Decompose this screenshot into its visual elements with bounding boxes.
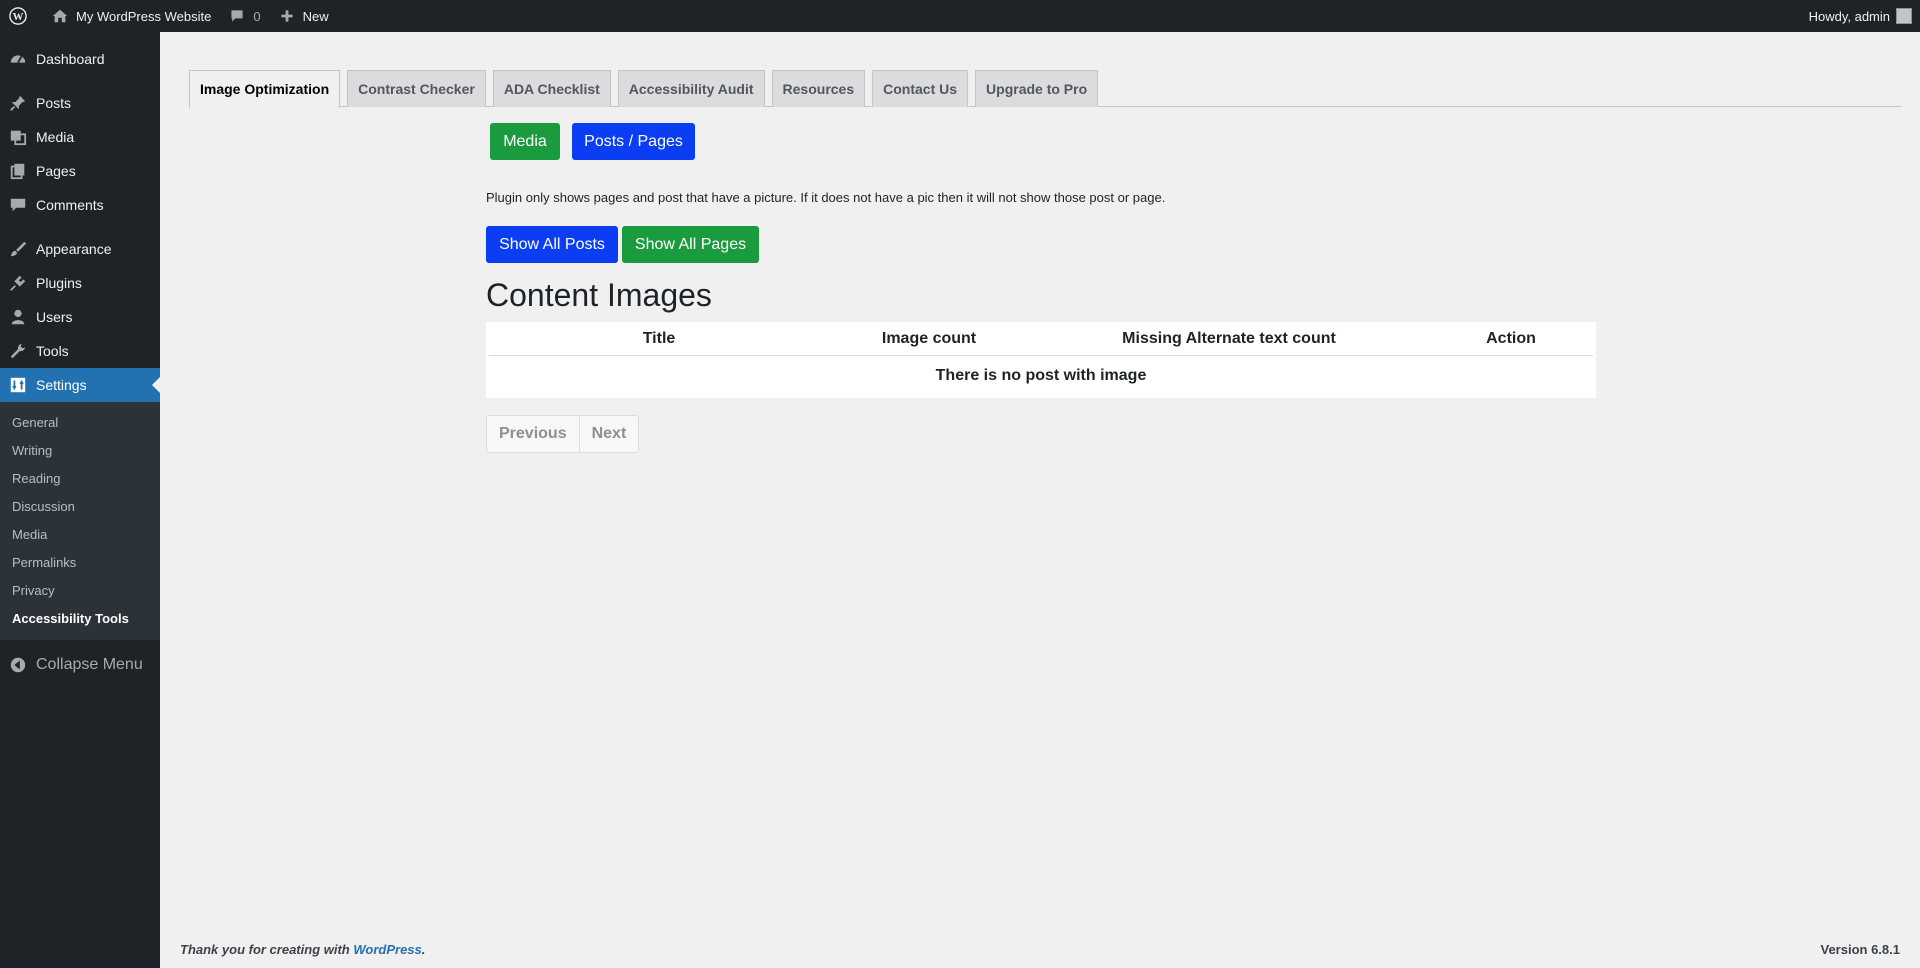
admin-sidebar: Dashboard Posts Media Pages Comments App… xyxy=(0,32,160,968)
sidebar-item-users[interactable]: Users xyxy=(0,300,160,334)
sidebar-item-label: Dashboard xyxy=(36,51,105,67)
plugin-note: Plugin only shows pages and post that ha… xyxy=(486,190,1166,205)
sidebar-item-dashboard[interactable]: Dashboard xyxy=(0,42,160,76)
tab-ada-checklist[interactable]: ADA Checklist xyxy=(492,70,611,107)
submenu-item-general[interactable]: General xyxy=(0,409,160,437)
sidebar-item-appearance[interactable]: Appearance xyxy=(0,232,160,266)
wordpress-link[interactable]: WordPress xyxy=(353,942,421,957)
settings-icon xyxy=(8,375,28,395)
tab-contrast-checker[interactable]: Contrast Checker xyxy=(347,70,486,107)
wrench-icon xyxy=(8,341,28,361)
submenu-item-permalinks[interactable]: Permalinks xyxy=(0,549,160,577)
comments-count: 0 xyxy=(253,8,261,24)
svg-text:W: W xyxy=(13,11,24,23)
plus-icon xyxy=(277,6,297,26)
wordpress-logo-link[interactable]: W xyxy=(0,0,42,32)
table-header-row: Title Image count Missing Alternate text… xyxy=(489,322,1593,356)
main-content: Image Optimization Contrast Checker ADA … xyxy=(160,32,1920,968)
new-label: New xyxy=(302,8,329,24)
collapse-menu-label: Collapse Menu xyxy=(36,656,143,673)
media-button[interactable]: Media xyxy=(490,123,560,160)
content-images-table: Title Image count Missing Alternate text… xyxy=(486,322,1596,398)
sidebar-item-media[interactable]: Media xyxy=(0,120,160,154)
site-name-link[interactable]: My WordPress Website xyxy=(42,0,219,32)
sidebar-item-label: Appearance xyxy=(36,241,112,257)
my-account-link[interactable]: Howdy, admin xyxy=(1801,0,1920,32)
footer-thankyou: Thank you for creating with WordPress. xyxy=(180,942,425,957)
sidebar-item-label: Media xyxy=(36,129,75,145)
show-all-posts-button[interactable]: Show All Posts xyxy=(486,226,618,263)
user-icon xyxy=(8,307,28,327)
footer-thankyou-suffix: . xyxy=(421,942,426,957)
tab-upgrade-to-pro[interactable]: Upgrade to Pro xyxy=(975,70,1099,107)
previous-page-button[interactable]: Previous xyxy=(487,416,579,452)
sidebar-item-label: Settings xyxy=(36,377,87,393)
sidebar-item-label: Tools xyxy=(36,343,69,359)
submenu-item-media[interactable]: Media xyxy=(0,521,160,549)
column-header-title: Title xyxy=(642,329,676,347)
sidebar-item-posts[interactable]: Posts xyxy=(0,86,160,120)
sidebar-item-label: Plugins xyxy=(36,275,82,291)
submenu-item-writing[interactable]: Writing xyxy=(0,437,160,465)
tab-resources[interactable]: Resources xyxy=(771,70,866,107)
comment-bubble-icon xyxy=(227,6,247,26)
sidebar-item-label: Users xyxy=(36,309,73,325)
comments-link[interactable]: 0 xyxy=(219,0,268,32)
next-page-button[interactable]: Next xyxy=(578,416,639,452)
sidebar-item-label: Pages xyxy=(36,163,76,179)
avatar xyxy=(1896,8,1912,24)
column-header-action: Action xyxy=(1486,329,1536,347)
site-name: My WordPress Website xyxy=(76,8,212,24)
column-header-image-count: Image count xyxy=(881,329,977,347)
sidebar-item-comments[interactable]: Comments xyxy=(0,188,160,222)
sidebar-item-plugins[interactable]: Plugins xyxy=(0,266,160,300)
collapse-arrow-icon xyxy=(8,655,28,675)
tab-contact-us[interactable]: Contact Us xyxy=(872,70,969,107)
pagination: Previous Next xyxy=(486,415,640,453)
show-all-pages-button[interactable]: Show All Pages xyxy=(622,226,759,263)
sidebar-item-label: Posts xyxy=(36,95,72,111)
sidebar-item-settings[interactable]: Settings xyxy=(0,368,160,402)
table-empty-message: There is no post with image xyxy=(935,367,1147,384)
tab-image-optimization[interactable]: Image Optimization xyxy=(189,70,341,108)
sidebar-item-pages[interactable]: Pages xyxy=(0,154,160,188)
sidebar-item-tools[interactable]: Tools xyxy=(0,334,160,368)
submenu-item-accessibility-tools[interactable]: Accessibility Tools xyxy=(0,605,160,633)
plug-icon xyxy=(8,273,28,293)
sidebar-item-label: Comments xyxy=(36,197,104,213)
admin-bar: W My WordPress Website 0 New Howdy, admi… xyxy=(0,0,1920,32)
column-header-missing-alt-count: Missing Alternate text count xyxy=(1122,329,1336,347)
plugin-tabs: Image Optimization Contrast Checker ADA … xyxy=(189,70,1901,108)
footer-version: Version 6.8.1 xyxy=(1820,942,1901,957)
brush-icon xyxy=(8,239,28,259)
howdy-text: Howdy, admin xyxy=(1808,8,1890,24)
footer-thankyou-text: Thank you for creating with xyxy=(180,942,354,957)
collapse-menu-button[interactable]: Collapse Menu xyxy=(0,648,160,682)
posts-pages-button[interactable]: Posts / Pages xyxy=(572,123,695,160)
home-icon xyxy=(50,6,70,26)
submenu-item-discussion[interactable]: Discussion xyxy=(0,493,160,521)
settings-submenu: General Writing Reading Discussion Media… xyxy=(0,402,160,640)
new-content-link[interactable]: New xyxy=(269,0,337,32)
tab-accessibility-audit[interactable]: Accessibility Audit xyxy=(617,70,765,107)
content-images-heading: Content Images xyxy=(486,277,712,313)
comment-icon xyxy=(8,195,28,215)
pages-icon xyxy=(8,161,28,181)
submenu-item-reading[interactable]: Reading xyxy=(0,465,160,493)
media-icon xyxy=(8,127,28,147)
pin-icon xyxy=(8,93,28,113)
wordpress-logo-icon: W xyxy=(8,6,28,26)
dashboard-icon xyxy=(8,49,28,69)
submenu-item-privacy[interactable]: Privacy xyxy=(0,577,160,605)
